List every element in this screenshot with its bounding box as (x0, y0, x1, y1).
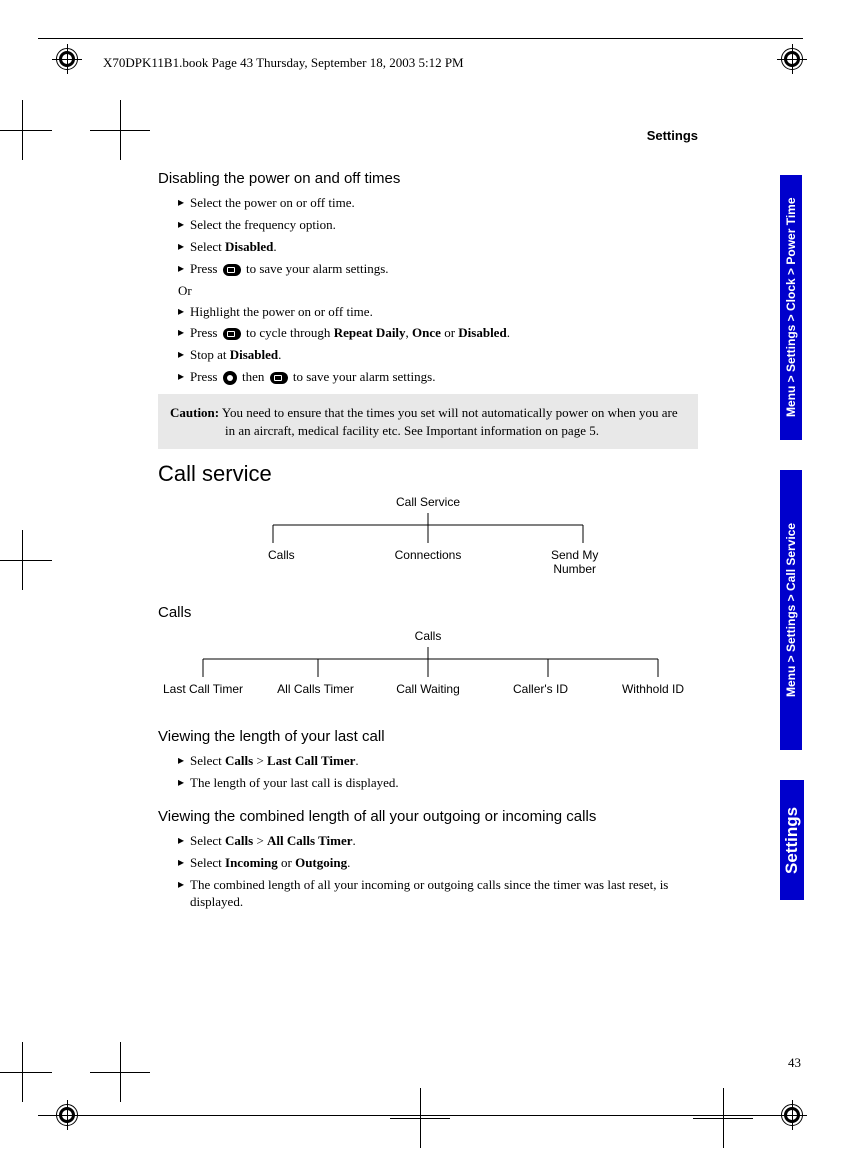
bullet-icon: ▸ (178, 753, 190, 769)
tree-leaf: Call Waiting (383, 682, 473, 696)
bullet-icon: ▸ (178, 304, 190, 320)
tree-root: Call Service (158, 495, 698, 509)
list-item: ▸Select Calls > All Calls Timer. (178, 833, 698, 850)
tree-root: Calls (158, 629, 698, 643)
crosshair-icon (390, 1088, 450, 1148)
heading-callservice: Call service (158, 461, 698, 487)
side-tabs: Menu > Settings > Clock > Power Time Men… (780, 175, 805, 900)
page-number: 43 (788, 1055, 801, 1071)
list-item: ▸Press to cycle through Repeat Daily, On… (178, 325, 698, 342)
tree-leaf: Send My Number (501, 548, 648, 576)
crosshair-icon (0, 1042, 52, 1102)
bullet-icon: ▸ (178, 877, 190, 893)
crosshair-icon (0, 100, 52, 160)
heading-calls: Calls (158, 604, 698, 621)
crosshair-icon (0, 530, 52, 590)
list-item: ▸Highlight the power on or off time. (178, 304, 698, 321)
reg-mark-icon (781, 48, 803, 70)
header-text: X70DPK11B1.book Page 43 Thursday, Septem… (103, 55, 464, 71)
bullet-icon: ▸ (178, 239, 190, 255)
or-text: Or (178, 283, 698, 299)
tree-lines-icon (218, 513, 638, 548)
list-item: ▸Press then to save your alarm settings. (178, 369, 698, 386)
heading-lastcall: Viewing the length of your last call (158, 728, 698, 745)
tree-leaf: Connections (355, 548, 502, 576)
footer-rule (38, 1115, 803, 1116)
tree-leaf: Withhold ID (608, 682, 698, 696)
tree-lines-icon (163, 647, 693, 682)
crosshair-icon (90, 1042, 150, 1102)
tree-calls: Calls Last Call Timer All Calls Timer Ca… (158, 629, 698, 696)
list-item: ▸Select Incoming or Outgoing. (178, 855, 698, 872)
navkey-icon (223, 371, 237, 385)
tree-leaf: All Calls Timer (271, 682, 361, 696)
header-rule (38, 38, 803, 39)
list-item: ▸The combined length of all your incomin… (178, 877, 698, 911)
main-content: Disabling the power on and off times ▸Se… (158, 170, 698, 916)
bullet-icon: ▸ (178, 855, 190, 871)
bullet-icon: ▸ (178, 325, 190, 341)
softkey-icon (223, 328, 241, 340)
tree-leaf: Caller's ID (496, 682, 586, 696)
side-tab-powertime: Menu > Settings > Clock > Power Time (780, 175, 802, 440)
caution-box: Caution: You need to ensure that the tim… (158, 394, 698, 449)
list-item: ▸Select Calls > Last Call Timer. (178, 753, 698, 770)
list-item: ▸Select the power on or off time. (178, 195, 698, 212)
heading-disable: Disabling the power on and off times (158, 170, 698, 187)
section-label: Settings (647, 128, 698, 143)
tree-leaf: Last Call Timer (158, 682, 248, 696)
tree-leaf: Calls (208, 548, 355, 576)
side-tab-settings: Settings (780, 780, 804, 900)
list-item: ▸Select Disabled. (178, 239, 698, 256)
bullet-icon: ▸ (178, 775, 190, 791)
reg-mark-icon (56, 48, 78, 70)
side-tab-callservice: Menu > Settings > Call Service (780, 470, 802, 750)
bullet-icon: ▸ (178, 217, 190, 233)
crosshair-icon (693, 1088, 753, 1148)
bullet-icon: ▸ (178, 833, 190, 849)
list-item: ▸The length of your last call is display… (178, 775, 698, 792)
softkey-icon (270, 372, 288, 384)
list-item: ▸Stop at Disabled. (178, 347, 698, 364)
list-item: ▸Select the frequency option. (178, 217, 698, 234)
list-item: ▸Press to save your alarm settings. (178, 261, 698, 278)
heading-combined: Viewing the combined length of all your … (158, 808, 698, 825)
bullet-icon: ▸ (178, 261, 190, 277)
bullet-icon: ▸ (178, 195, 190, 211)
tree-callservice: Call Service Calls Connections Send My N… (158, 495, 698, 576)
softkey-icon (223, 264, 241, 276)
bullet-icon: ▸ (178, 347, 190, 363)
crosshair-icon (90, 100, 150, 160)
bullet-icon: ▸ (178, 369, 190, 385)
